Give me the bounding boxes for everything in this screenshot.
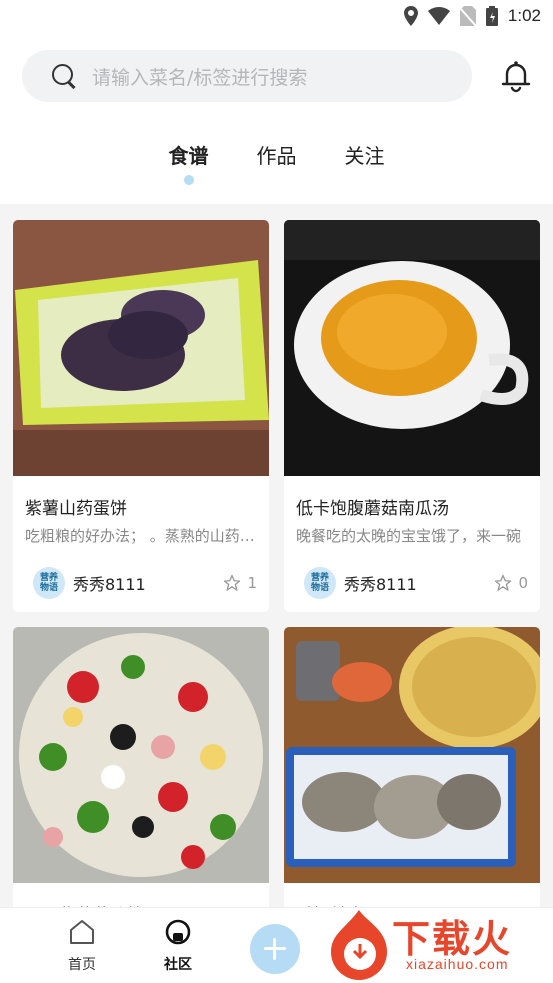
nav-label: 首页 [68, 957, 96, 973]
nav-home[interactable]: 首页 [52, 918, 112, 974]
recipe-meta: 营养 物语 秀秀8111 1 [33, 566, 257, 600]
avatar[interactable]: 营养 物语 [33, 567, 65, 599]
tab-recipes[interactable]: 食谱 [167, 140, 211, 186]
recipe-title: 低卡饱腹蘑菇南瓜汤 [296, 499, 449, 519]
watermark-brand: 下载火 [392, 917, 513, 961]
header: 请输入菜名/标签进行搜索 食谱 作品 关注 [0, 34, 553, 204]
tab-label: 作品 [256, 144, 297, 168]
community-icon [165, 919, 191, 945]
search-input[interactable]: 请输入菜名/标签进行搜索 [92, 63, 307, 90]
watermark-logo: 下载火 xiazaihuo.com [326, 906, 551, 980]
no-sim-icon [459, 6, 476, 26]
recipe-meta: 营养 物语 秀秀8111 0 [304, 566, 528, 600]
battery-icon [485, 6, 498, 26]
wifi-icon [427, 7, 450, 25]
bell-icon[interactable] [498, 58, 534, 94]
nav-community[interactable]: 社区 [148, 918, 208, 974]
recipe-image[interactable] [13, 627, 269, 883]
recipe-title: 紫薯山药蛋饼 [25, 499, 127, 519]
avatar[interactable]: 营养 物语 [304, 567, 336, 599]
tab-label: 关注 [344, 144, 385, 168]
like-count: 1 [247, 574, 257, 592]
author-name[interactable]: 秀秀8111 [73, 571, 223, 595]
active-tab-indicator [183, 175, 194, 185]
tab-bar: 食谱 作品 关注 [0, 140, 553, 186]
star-icon[interactable] [223, 574, 241, 592]
add-post-button[interactable] [250, 924, 300, 974]
star-icon[interactable] [494, 574, 512, 592]
recipe-card[interactable]: 火腿紫菜花沙拉 [13, 627, 269, 927]
nav-label: 社区 [164, 957, 192, 973]
recipe-image[interactable] [284, 220, 540, 476]
search-icon [52, 64, 76, 89]
tab-works[interactable]: 作品 [255, 140, 299, 186]
recipe-card[interactable]: 紫薯山药蛋饼 吃粗粮的好办法； 。蒸熟的山药和紫薯 营养 物语 秀秀8111 1 [13, 220, 269, 612]
recipe-description: 吃粗粮的好办法； 。蒸熟的山药和紫薯 [25, 527, 257, 545]
recipe-image[interactable] [13, 220, 269, 476]
location-icon [403, 6, 418, 26]
status-bar: 1:02 [0, 0, 553, 34]
search-bar[interactable]: 请输入菜名/标签进行搜索 [22, 50, 472, 102]
home-icon [70, 920, 94, 944]
recipe-card[interactable]: 手抓羊肉 [284, 627, 540, 927]
recipe-image[interactable] [284, 627, 540, 883]
flame-logo-icon [331, 910, 387, 980]
status-time: 1:02 [507, 6, 541, 25]
like-count: 0 [518, 574, 528, 592]
recipe-description: 晚餐吃的太晚的宝宝饿了，来一碗 [296, 527, 522, 545]
tab-label: 食谱 [168, 144, 209, 168]
recipe-card[interactable]: 低卡饱腹蘑菇南瓜汤 晚餐吃的太晚的宝宝饿了，来一碗 营养 物语 秀秀8111 0 [284, 220, 540, 612]
author-name[interactable]: 秀秀8111 [344, 571, 494, 595]
watermark-url: xiazaihuo.com [406, 956, 509, 972]
tab-following[interactable]: 关注 [343, 140, 387, 186]
